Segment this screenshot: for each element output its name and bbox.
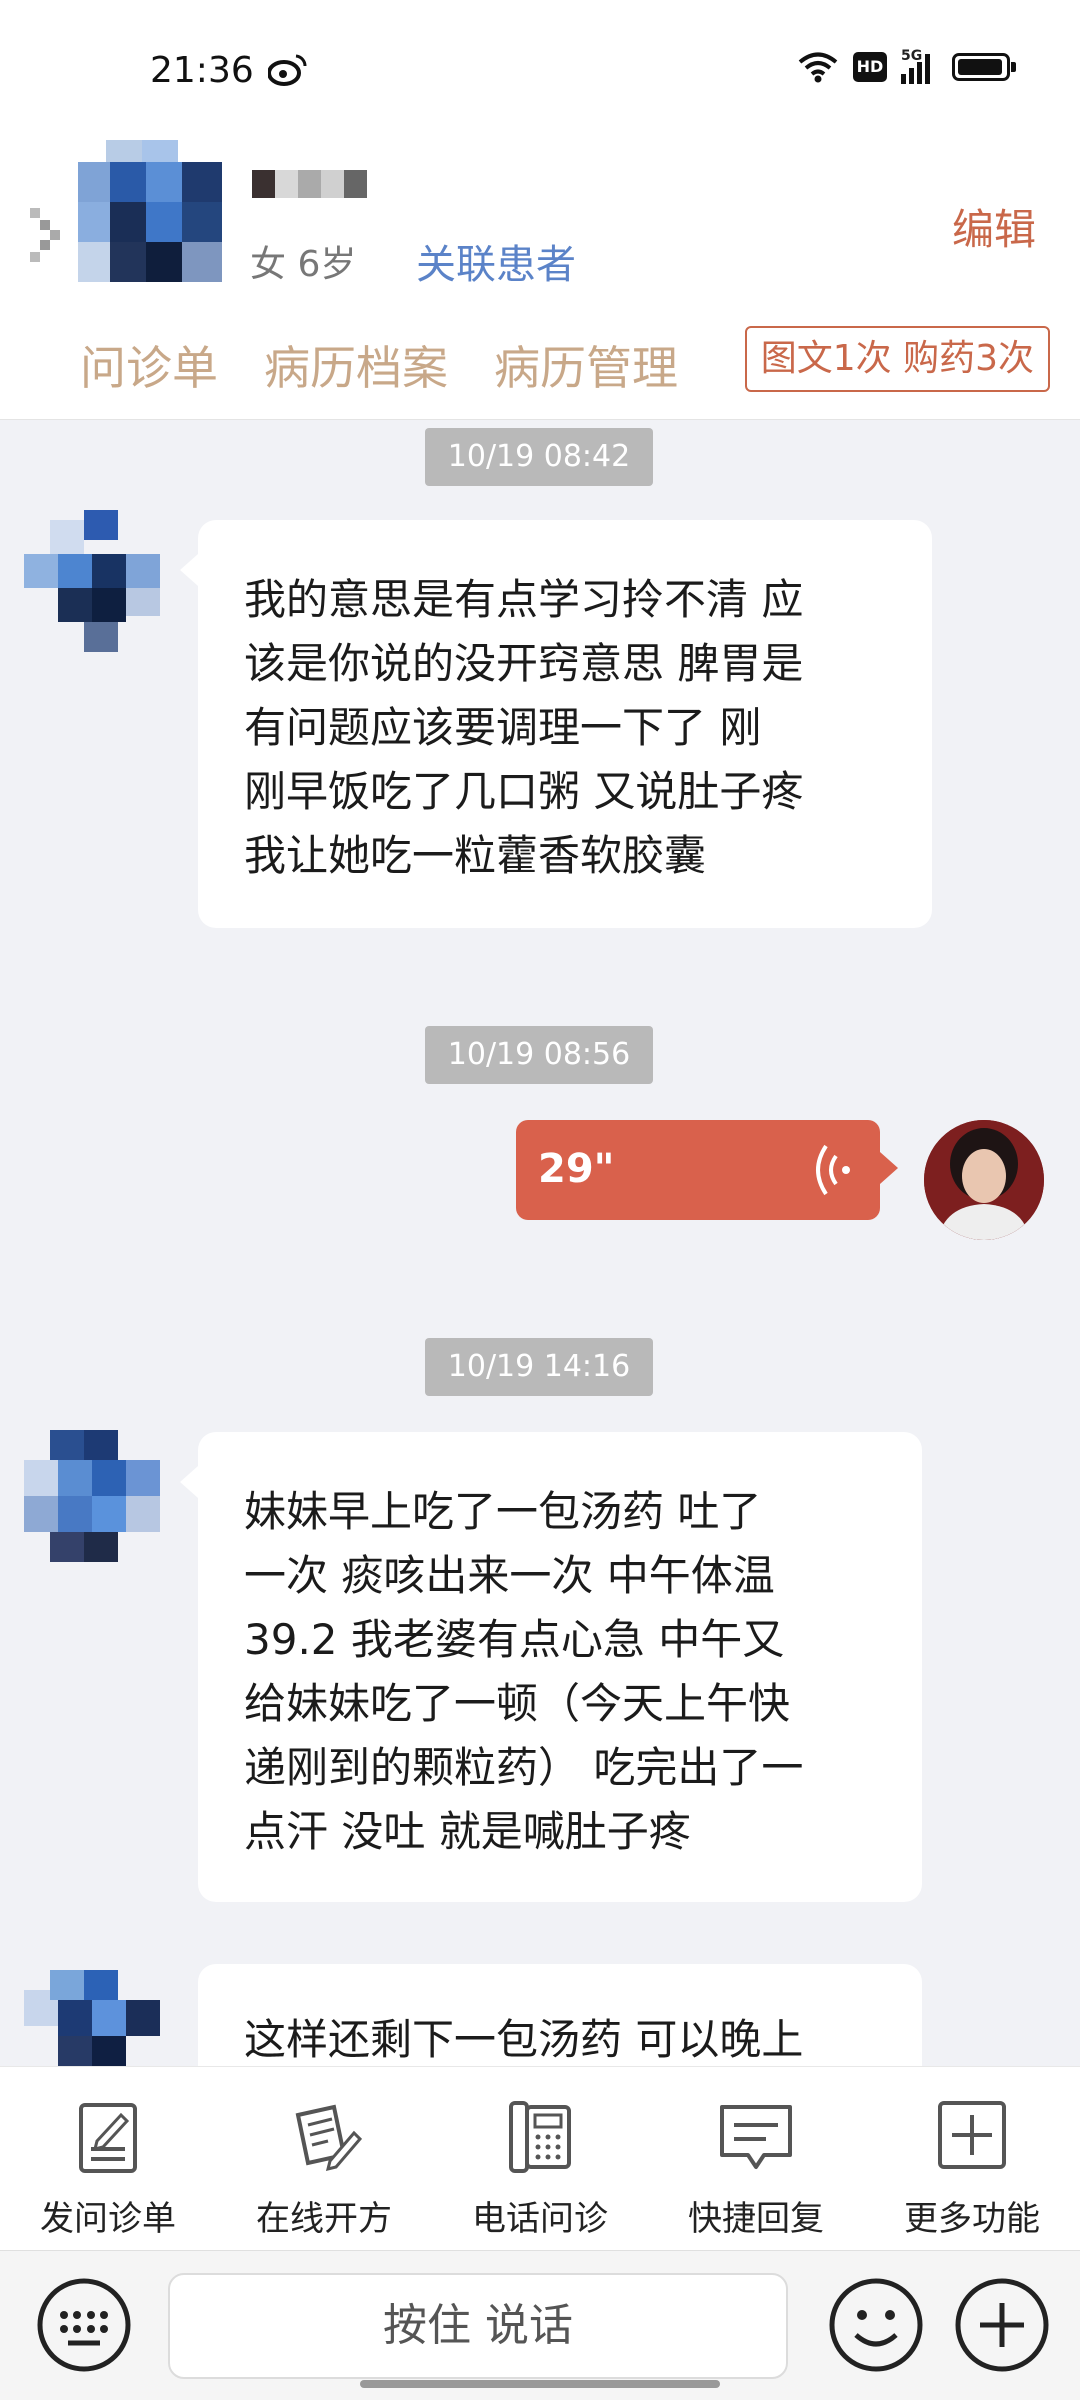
hold-to-talk-button[interactable]: 按住 说话 <box>168 2273 788 2379</box>
function-toolbar: 发问诊单 在线开方 电话问诊 快捷回复 更多功能 <box>0 2066 1080 2250</box>
back-icon[interactable] <box>28 200 68 270</box>
status-time: 21:36 <box>150 50 254 91</box>
record-tabs: 问诊单 病历档案 病历管理 <box>80 332 678 398</box>
tool-label: 快捷回复 <box>688 2199 824 2239</box>
tool-label: 在线开方 <box>256 2199 392 2239</box>
emoji-icon[interactable] <box>826 2275 926 2375</box>
keyboard-icon[interactable] <box>34 2275 134 2375</box>
more-functions-button[interactable]: 更多功能 <box>864 2067 1080 2250</box>
phone-consultation-button[interactable]: 电话问诊 <box>432 2067 648 2250</box>
sender-avatar[interactable] <box>24 510 168 654</box>
hd-icon: HD <box>853 52 887 82</box>
incoming-message-bubble[interactable]: 妹妹早上吃了一包汤药 吐了 一次 痰咳出来一次 中午体温 39.2 我老婆有点心… <box>180 1432 922 1902</box>
link-patient-link[interactable]: 关联患者 <box>416 232 576 290</box>
tool-label: 电话问诊 <box>472 2199 608 2239</box>
message-text: 我的意思是有点学习拎不清 应 该是你说的没开窍意思 脾胃是 有问题应该要调理一下… <box>244 575 804 880</box>
tab-medical-records[interactable]: 病历档案 <box>264 332 448 398</box>
send-inquiry-form-button[interactable]: 发问诊单 <box>0 2067 216 2250</box>
add-icon[interactable] <box>952 2275 1052 2375</box>
prescription-icon <box>295 2104 363 2172</box>
phone-icon <box>509 2101 571 2173</box>
tool-label: 发问诊单 <box>40 2199 176 2239</box>
sender-avatar[interactable] <box>24 1970 168 2066</box>
patient-name-redacted <box>252 170 367 198</box>
tab-inquiry-form[interactable]: 问诊单 <box>80 332 218 398</box>
tab-record-management[interactable]: 病历管理 <box>494 332 678 398</box>
weibo-icon <box>268 54 307 86</box>
message-timestamp: 10/19 14:16 <box>425 1338 653 1396</box>
wifi-icon <box>798 52 838 83</box>
message-timestamp: 10/19 08:56 <box>425 1026 653 1084</box>
message-text: 妹妹早上吃了一包汤药 吐了 一次 痰咳出来一次 中午体温 39.2 我老婆有点心… <box>244 1487 804 1856</box>
patient-gender-age: 女 6岁 <box>250 244 357 285</box>
message-text: 这样还剩下一包汤药 可以晚上 <box>244 2015 804 2064</box>
voice-message-bubble[interactable]: 29" <box>516 1120 898 1220</box>
inquiry-form-icon <box>79 2103 137 2173</box>
home-indicator[interactable] <box>360 2380 720 2388</box>
more-icon <box>938 2101 1006 2169</box>
doctor-avatar[interactable] <box>924 1120 1044 1240</box>
edit-button[interactable]: 编辑 <box>952 196 1036 257</box>
input-bar: 按住 说话 <box>0 2250 1080 2400</box>
status-bar: 21:36 HD 5G <box>0 0 1080 140</box>
online-prescription-button[interactable]: 在线开方 <box>216 2067 432 2250</box>
patient-avatar[interactable] <box>78 140 228 290</box>
message-timestamp: 10/19 08:42 <box>425 428 653 486</box>
quick-reply-button[interactable]: 快捷回复 <box>648 2067 864 2250</box>
voice-wave-icon <box>816 1144 850 1196</box>
incoming-message-bubble[interactable]: 这样还剩下一包汤药 可以晚上 <box>198 1964 922 2066</box>
5g-signal-icon: 5G <box>901 48 930 84</box>
voice-duration: 29" <box>538 1146 615 1192</box>
tool-label: 更多功能 <box>904 2199 1040 2239</box>
sender-avatar[interactable] <box>24 1430 168 1574</box>
incoming-message-bubble[interactable]: 我的意思是有点学习拎不清 应 该是你说的没开窍意思 脾胃是 有问题应该要调理一下… <box>180 520 932 928</box>
patient-header: 女 6岁 关联患者 编辑 问诊单 病历档案 病历管理 图文1次 购药3次 <box>0 140 1080 420</box>
battery-icon <box>952 53 1016 81</box>
quick-reply-icon <box>720 2105 792 2169</box>
service-count-badge: 图文1次 购药3次 <box>744 326 1050 392</box>
